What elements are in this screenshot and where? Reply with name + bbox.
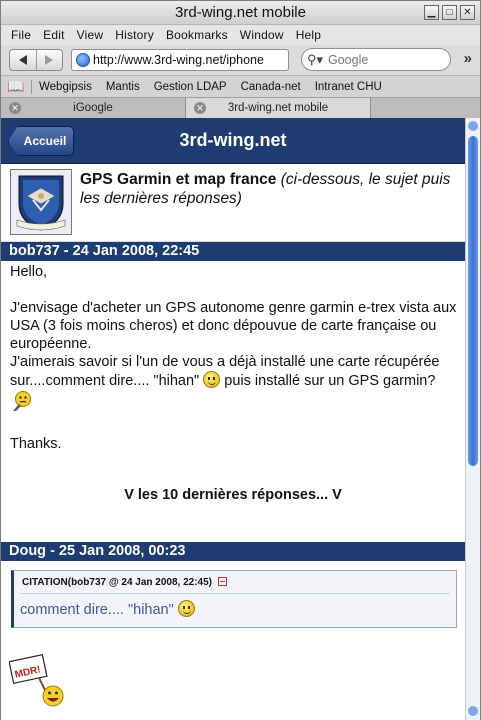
quote-header: CITATION(bob737 @ 24 Jan 2008, 22:45): [22, 577, 227, 588]
close-window-button[interactable]: ✕: [460, 5, 475, 20]
toolbar-overflow-icon[interactable]: »: [464, 50, 472, 67]
post-body: Hello, J'envisage d'acheter un GPS auton…: [10, 263, 460, 453]
menu-edit[interactable]: Edit: [37, 25, 70, 45]
post-text: puis installé sur un GPS garmin?: [224, 373, 436, 389]
site-title: 3rd-wing.net: [179, 130, 287, 150]
bookmark-gestion-ldap[interactable]: Gestion LDAP: [147, 81, 234, 93]
forward-arrow-icon: [45, 55, 54, 65]
search-input[interactable]: [328, 50, 443, 69]
menu-window[interactable]: Window: [234, 25, 290, 45]
quote-divider: [20, 593, 450, 594]
menu-file[interactable]: File: [5, 25, 37, 45]
post-paragraph: J'envisage d'acheter un GPS autonome gen…: [10, 300, 457, 352]
post-header: bob737 - 24 Jan 2008, 22:45: [1, 242, 465, 261]
topic-title[interactable]: GPS Garmin et map france: [80, 171, 276, 188]
tab-label: iGoogle: [73, 102, 113, 114]
search-icon: ⚲▾: [307, 52, 324, 67]
open-book-icon[interactable]: 📖: [1, 78, 31, 95]
bookmark-webgipsis[interactable]: Webgipsis: [32, 81, 99, 93]
scroll-down-arrow[interactable]: [468, 706, 478, 716]
globe-icon: [76, 53, 90, 67]
browser-window: 3rd-wing.net mobile ▁ □ ✕ File Edit View…: [0, 0, 481, 720]
squadron-emblem-icon: [10, 169, 72, 235]
topic-header: GPS Garmin et map france (ci-dessous, le…: [1, 164, 465, 242]
address-bar[interactable]: [71, 49, 289, 71]
quote-block: CITATION(bob737 @ 24 Jan 2008, 22:45) co…: [11, 570, 457, 628]
menu-bookmarks[interactable]: Bookmarks: [160, 25, 234, 45]
post-closing: Thanks.: [10, 436, 62, 452]
post-header: Doug - 25 Jan 2008, 00:23: [1, 542, 465, 561]
tab-bar: ✕ iGoogle ✕ 3rd-wing.net mobile: [1, 97, 480, 118]
back-arrow-icon: [18, 55, 27, 65]
bookmark-mantis[interactable]: Mantis: [99, 81, 147, 93]
quote-citation: CITATION(bob737 @ 24 Jan 2008, 22:45): [22, 577, 212, 588]
quote-link-icon[interactable]: [217, 577, 227, 586]
tab-igoogle[interactable]: ✕ iGoogle: [1, 98, 186, 118]
mdr-sign-smiley-icon: MDR!: [8, 653, 69, 710]
more-replies-link[interactable]: V les 10 dernières réponses... V: [1, 487, 465, 503]
topic-title-block: GPS Garmin et map france (ci-dessous, le…: [80, 170, 460, 208]
post-paragraph: J'aimerais savoir si l'un de vous a déjà…: [10, 353, 460, 417]
scroll-up-arrow[interactable]: [468, 121, 478, 131]
menu-bar: File Edit View History Bookmarks Window …: [1, 25, 480, 45]
forward-button[interactable]: [35, 50, 63, 70]
site-header: Accueil 3rd-wing.net: [1, 118, 465, 164]
menu-history[interactable]: History: [109, 25, 160, 45]
smiley-icon: [177, 600, 195, 617]
smiley-icon: [203, 371, 221, 388]
search-box[interactable]: ⚲▾: [301, 48, 451, 71]
tab-label: 3rd-wing.net mobile: [227, 102, 329, 114]
thinking-smiley-icon: [10, 390, 34, 417]
page-content: Accueil 3rd-wing.net GPS Garmin et map f…: [1, 118, 465, 720]
back-button[interactable]: [10, 50, 36, 70]
menu-view[interactable]: View: [71, 25, 110, 45]
maximize-button[interactable]: □: [442, 5, 457, 20]
quote-text: comment dire.... "hihan": [20, 600, 195, 618]
scroll-thumb[interactable]: [468, 136, 478, 466]
bookmark-intranet-chu[interactable]: Intranet CHU: [308, 81, 389, 93]
menu-help[interactable]: Help: [290, 25, 327, 45]
title-bar: 3rd-wing.net mobile ▁ □ ✕: [1, 1, 480, 25]
url-input[interactable]: [93, 50, 288, 70]
navigation-toolbar: ⚲▾ »: [1, 45, 480, 75]
post-greeting: Hello,: [10, 264, 48, 280]
tab-3rd-wing-mobile[interactable]: ✕ 3rd-wing.net mobile: [186, 98, 371, 118]
quote-content: comment dire.... "hihan": [20, 602, 174, 618]
back-forward-group: [9, 49, 63, 71]
minimize-button[interactable]: ▁: [424, 5, 439, 20]
window-title: 3rd-wing.net mobile: [175, 4, 306, 21]
vertical-scrollbar[interactable]: [465, 118, 480, 720]
bookmarks-bar: 📖 Webgipsis Mantis Gestion LDAP Canada-n…: [1, 75, 480, 97]
window-controls: ▁ □ ✕: [424, 5, 475, 20]
bookmark-canada-net[interactable]: Canada-net: [234, 81, 308, 93]
